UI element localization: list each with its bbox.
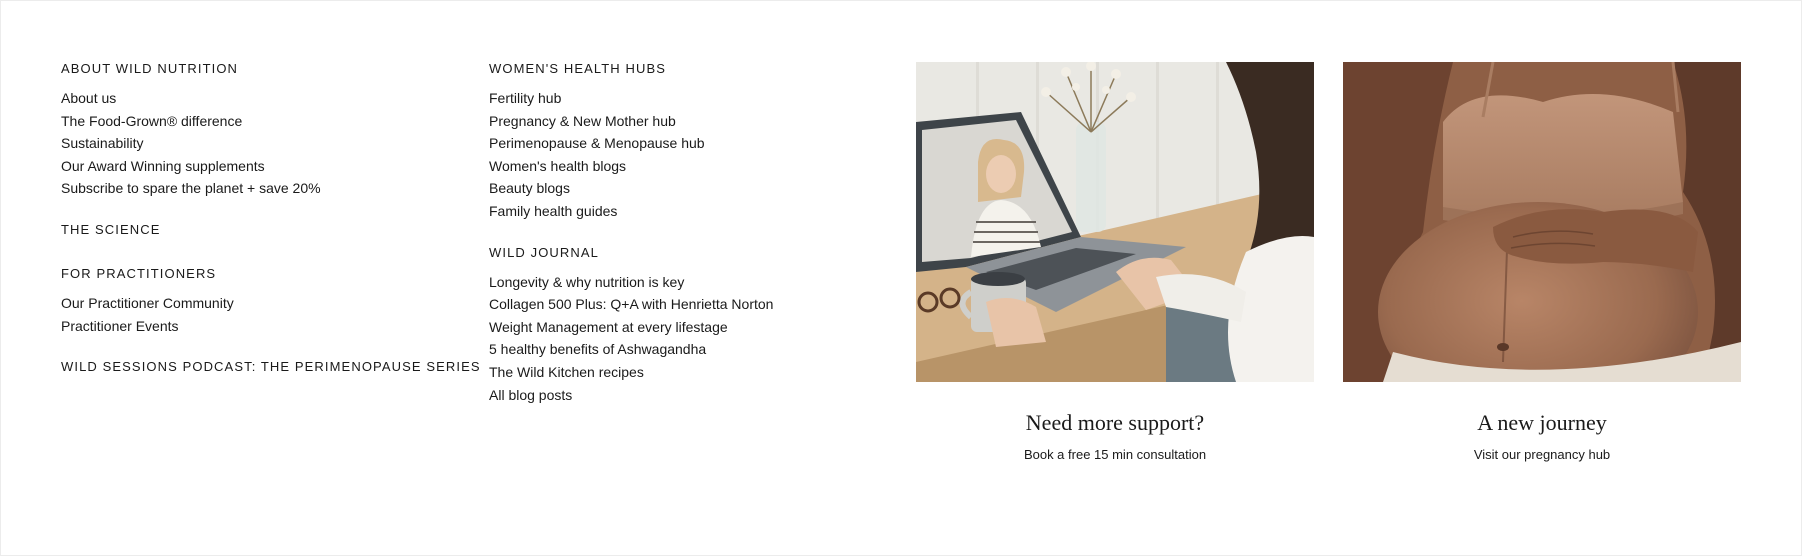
subscribe-save-link[interactable]: Subscribe to spare the planet + save 20% — [61, 177, 481, 200]
family-health-guides-link[interactable]: Family health guides — [489, 200, 909, 223]
wild-kitchen-link[interactable]: The Wild Kitchen recipes — [489, 361, 909, 384]
practitioner-events-link[interactable]: Practitioner Events — [61, 315, 481, 338]
sustainability-link[interactable]: Sustainability — [61, 132, 481, 155]
womens-health-links: Fertility hub Pregnancy & New Mother hub… — [489, 87, 909, 223]
fertility-hub-link[interactable]: Fertility hub — [489, 87, 909, 110]
womens-health-heading[interactable]: WOMEN'S HEALTH HUBS — [489, 61, 909, 77]
pregnancy-title[interactable]: A new journey — [1343, 410, 1741, 436]
footer-column-middle: WOMEN'S HEALTH HUBS Fertility hub Pregna… — [489, 61, 909, 428]
footer-menu: ABOUT WILD NUTRITION About us The Food-G… — [0, 0, 1802, 556]
science-heading[interactable]: THE SCIENCE — [61, 222, 481, 238]
science-group: THE SCIENCE — [61, 222, 481, 238]
award-winning-supplements-link[interactable]: Our Award Winning supplements — [61, 155, 481, 178]
womens-health-blogs-link[interactable]: Women's health blogs — [489, 155, 909, 178]
practitioners-heading[interactable]: FOR PRACTITIONERS — [61, 266, 481, 282]
ashwagandha-link[interactable]: 5 healthy benefits of Ashwagandha — [489, 338, 909, 361]
menopause-hub-link[interactable]: Perimenopause & Menopause hub — [489, 132, 909, 155]
about-heading[interactable]: ABOUT WILD NUTRITION — [61, 61, 481, 77]
journal-heading[interactable]: WILD JOURNAL — [489, 245, 909, 261]
longevity-link[interactable]: Longevity & why nutrition is key — [489, 271, 909, 294]
practitioners-links: Our Practitioner Community Practitioner … — [61, 292, 481, 337]
pregnancy-image — [1343, 62, 1741, 382]
womens-health-group: WOMEN'S HEALTH HUBS Fertility hub Pregna… — [489, 61, 909, 223]
podcast-group: WILD SESSIONS PODCAST: THE PERIMENOPAUSE… — [61, 359, 481, 375]
journal-links: Longevity & why nutrition is key Collage… — [489, 271, 909, 407]
journal-group: WILD JOURNAL Longevity & why nutrition i… — [489, 245, 909, 407]
all-blog-posts-link[interactable]: All blog posts — [489, 384, 909, 407]
footer-column-left: ABOUT WILD NUTRITION About us The Food-G… — [61, 61, 481, 397]
practitioners-group: FOR PRACTITIONERS Our Practitioner Commu… — [61, 266, 481, 337]
consultation-card[interactable]: Need more support? Book a free 15 min co… — [916, 62, 1314, 463]
pregnancy-card[interactable]: A new journey Visit our pregnancy hub — [1343, 62, 1741, 463]
food-grown-difference-link[interactable]: The Food-Grown® difference — [61, 110, 481, 133]
consultation-title[interactable]: Need more support? — [916, 410, 1314, 436]
beauty-blogs-link[interactable]: Beauty blogs — [489, 177, 909, 200]
pregnancy-subtitle[interactable]: Visit our pregnancy hub — [1343, 447, 1741, 463]
about-links: About us The Food-Grown® difference Sust… — [61, 87, 481, 200]
pregnancy-hub-link[interactable]: Pregnancy & New Mother hub — [489, 110, 909, 133]
about-group: ABOUT WILD NUTRITION About us The Food-G… — [61, 61, 481, 200]
weight-management-link[interactable]: Weight Management at every lifestage — [489, 316, 909, 339]
consultation-subtitle[interactable]: Book a free 15 min consultation — [916, 447, 1314, 463]
collagen-qa-link[interactable]: Collagen 500 Plus: Q+A with Henrietta No… — [489, 293, 909, 316]
podcast-heading[interactable]: WILD SESSIONS PODCAST: THE PERIMENOPAUSE… — [61, 359, 481, 375]
about-us-link[interactable]: About us — [61, 87, 481, 110]
consultation-image — [916, 62, 1314, 382]
practitioner-community-link[interactable]: Our Practitioner Community — [61, 292, 481, 315]
